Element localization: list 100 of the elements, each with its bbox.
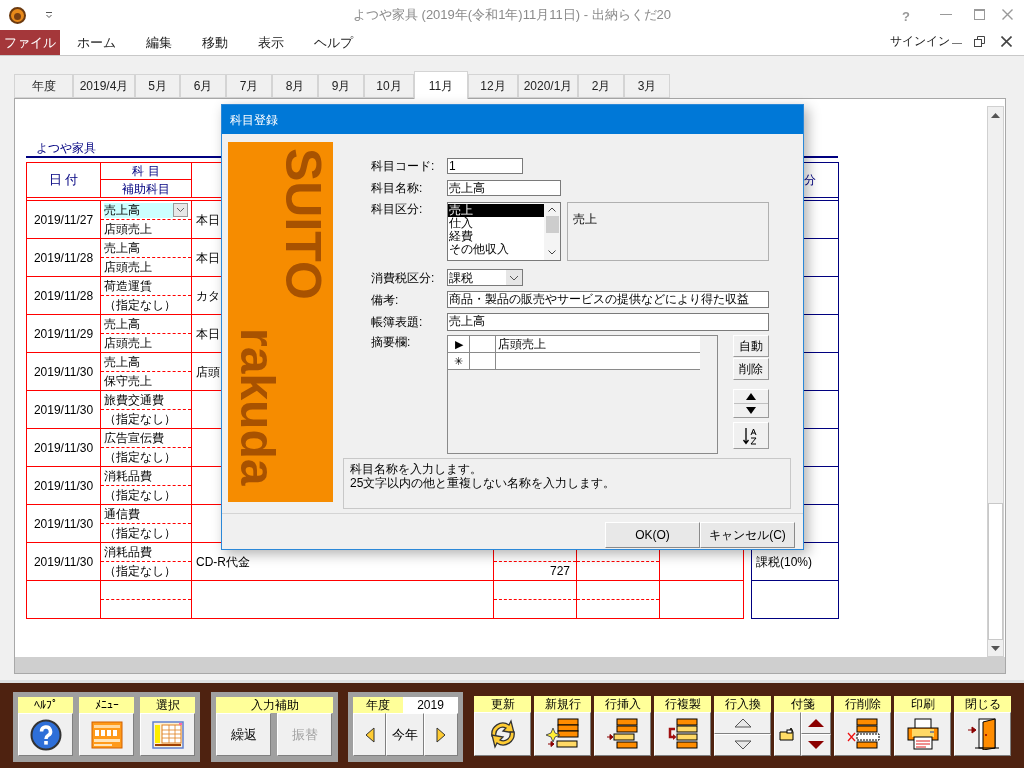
- toolbar-button[interactable]: [140, 713, 195, 756]
- menu-item[interactable]: 表示: [243, 30, 299, 55]
- move-down-button[interactable]: [801, 734, 831, 756]
- scroll-down-icon[interactable]: [991, 645, 1000, 651]
- month-tab[interactable]: 年度: [14, 74, 73, 98]
- month-tab[interactable]: 5月: [135, 74, 180, 98]
- horizontal-scrollbar[interactable]: [15, 657, 1005, 673]
- note-field[interactable]: 商品・製品の販売やサービスの提供などにより得た収益: [447, 291, 769, 308]
- account-cell[interactable]: 通信費: [104, 506, 188, 522]
- toolbar-button[interactable]: [18, 713, 73, 756]
- printer-icon: [905, 718, 940, 750]
- close-icon[interactable]: [1001, 36, 1012, 47]
- toolbar-button[interactable]: [474, 712, 531, 756]
- account-cell[interactable]: 旅費交通費: [104, 392, 188, 408]
- year-field[interactable]: 2019: [403, 697, 458, 713]
- list-option[interactable]: 売上: [448, 204, 544, 217]
- account-cell[interactable]: 売上高: [104, 354, 188, 370]
- scroll-up-icon[interactable]: [991, 112, 1000, 118]
- name-field[interactable]: 売上高: [447, 180, 561, 196]
- sub-account-cell-text: （指定なし）: [104, 525, 176, 542]
- menu-item[interactable]: ホーム: [62, 30, 131, 55]
- date-cell-text: 2019/11/30: [33, 401, 94, 419]
- toolbar-button[interactable]: 繰返: [216, 713, 271, 756]
- menu-item[interactable]: ヘルプ: [299, 30, 368, 55]
- toolbar-label: 付箋: [774, 696, 831, 712]
- title-field[interactable]: 売上高: [447, 313, 769, 331]
- new-row-icon: [545, 718, 580, 750]
- sort-button[interactable]: [733, 422, 769, 449]
- toolbar-button[interactable]: [894, 712, 951, 756]
- month-tab[interactable]: 3月: [624, 74, 670, 98]
- list-option[interactable]: 経費: [448, 230, 544, 243]
- account-cell[interactable]: 広告宣伝費: [104, 430, 188, 446]
- toolbar-button[interactable]: 今年: [386, 713, 424, 756]
- dropdown-button-icon[interactable]: [173, 203, 188, 217]
- account-cell[interactable]: 消耗品費: [104, 468, 188, 484]
- toolbar-button[interactable]: [834, 712, 891, 756]
- scroll-up-icon[interactable]: [548, 207, 556, 212]
- menu-item[interactable]: 編集: [131, 30, 187, 55]
- dialog-button[interactable]: 削除: [733, 358, 769, 380]
- month-tab[interactable]: 8月: [272, 74, 318, 98]
- scrollbar-thumb[interactable]: [988, 503, 1003, 640]
- month-tab[interactable]: 7月: [226, 74, 272, 98]
- up-triangle-icon: [807, 718, 825, 728]
- app-logo-icon[interactable]: [9, 7, 26, 24]
- menu-item[interactable]: ファイル: [0, 30, 60, 55]
- month-tab[interactable]: 11月: [414, 71, 468, 99]
- hint-text: 25文字以内の他と重複しない名称を入力します。: [350, 476, 617, 490]
- account-cell[interactable]: 売上高: [104, 202, 173, 218]
- banner-text: rakuda: [232, 328, 282, 486]
- vertical-scrollbar[interactable]: [987, 106, 1004, 657]
- month-tab[interactable]: 2月: [578, 74, 624, 98]
- sign-in-link[interactable]: サインイン: [890, 32, 950, 50]
- toolbar-button[interactable]: [594, 712, 651, 756]
- maximize-icon[interactable]: [974, 9, 985, 20]
- toolbar-button[interactable]: [654, 712, 711, 756]
- minimize-icon[interactable]: [940, 14, 952, 16]
- insert-row-icon: [605, 718, 640, 750]
- summary-cell[interactable]: 店頭売上: [498, 335, 546, 353]
- month-tab[interactable]: 10月: [364, 74, 414, 98]
- window-icon: [90, 720, 123, 749]
- category-list[interactable]: 売上 仕入 経費 その他収入: [447, 202, 561, 261]
- list-option[interactable]: その他収入: [448, 243, 544, 256]
- dropdown-caret-icon[interactable]: [45, 11, 53, 19]
- dialog-button[interactable]: OK(O): [605, 522, 700, 548]
- account-cell[interactable]: 売上高: [104, 240, 188, 256]
- toolbar-button[interactable]: [954, 712, 1011, 756]
- tax-select[interactable]: 課税: [447, 269, 523, 286]
- dialog-button[interactable]: キャンセル(C): [700, 522, 795, 548]
- month-tab[interactable]: 2020/1月: [518, 74, 578, 98]
- next-year-button[interactable]: [424, 713, 458, 756]
- code-field[interactable]: 1: [447, 158, 523, 174]
- month-tab[interactable]: 12月: [468, 74, 518, 98]
- minimize-icon[interactable]: [952, 43, 962, 45]
- account-cell[interactable]: 消耗品費: [104, 544, 188, 560]
- toolbar-label: 行入換: [714, 696, 771, 712]
- list-option[interactable]: 仕入: [448, 217, 544, 230]
- dropdown-button-icon[interactable]: [506, 270, 522, 285]
- account-cell[interactable]: 荷造運賃: [104, 278, 188, 294]
- month-tab[interactable]: 9月: [318, 74, 364, 98]
- toolbar-label: 更新: [474, 696, 531, 712]
- menu-item[interactable]: 移動: [187, 30, 243, 55]
- scroll-down-icon[interactable]: [548, 250, 556, 255]
- company-name: よつや家具: [36, 141, 97, 155]
- amount-cell-text: 727: [549, 563, 570, 580]
- date-cell-text: 2019/11/30: [33, 515, 94, 533]
- right-triangle-icon: [436, 726, 446, 743]
- sticky-note-button[interactable]: [774, 712, 801, 756]
- dialog-button[interactable]: 自動: [733, 335, 769, 357]
- field-label: 消費税区分:: [371, 270, 436, 285]
- restore-icon[interactable]: [974, 36, 985, 47]
- field-label: 科目区分:: [371, 202, 424, 216]
- account-cell[interactable]: 売上高: [104, 316, 188, 332]
- month-tab[interactable]: 6月: [180, 74, 226, 98]
- month-tab[interactable]: 2019/4月: [73, 74, 135, 98]
- hint-text: 科目名称を入力します。: [350, 462, 483, 476]
- toolbar-button[interactable]: [534, 712, 591, 756]
- sub-account-cell-text: （指定なし）: [104, 449, 176, 466]
- down-triangle-icon: [733, 740, 752, 750]
- previous-year-button[interactable]: [353, 713, 386, 756]
- tax-cell-text: 課税(10%): [756, 553, 812, 571]
